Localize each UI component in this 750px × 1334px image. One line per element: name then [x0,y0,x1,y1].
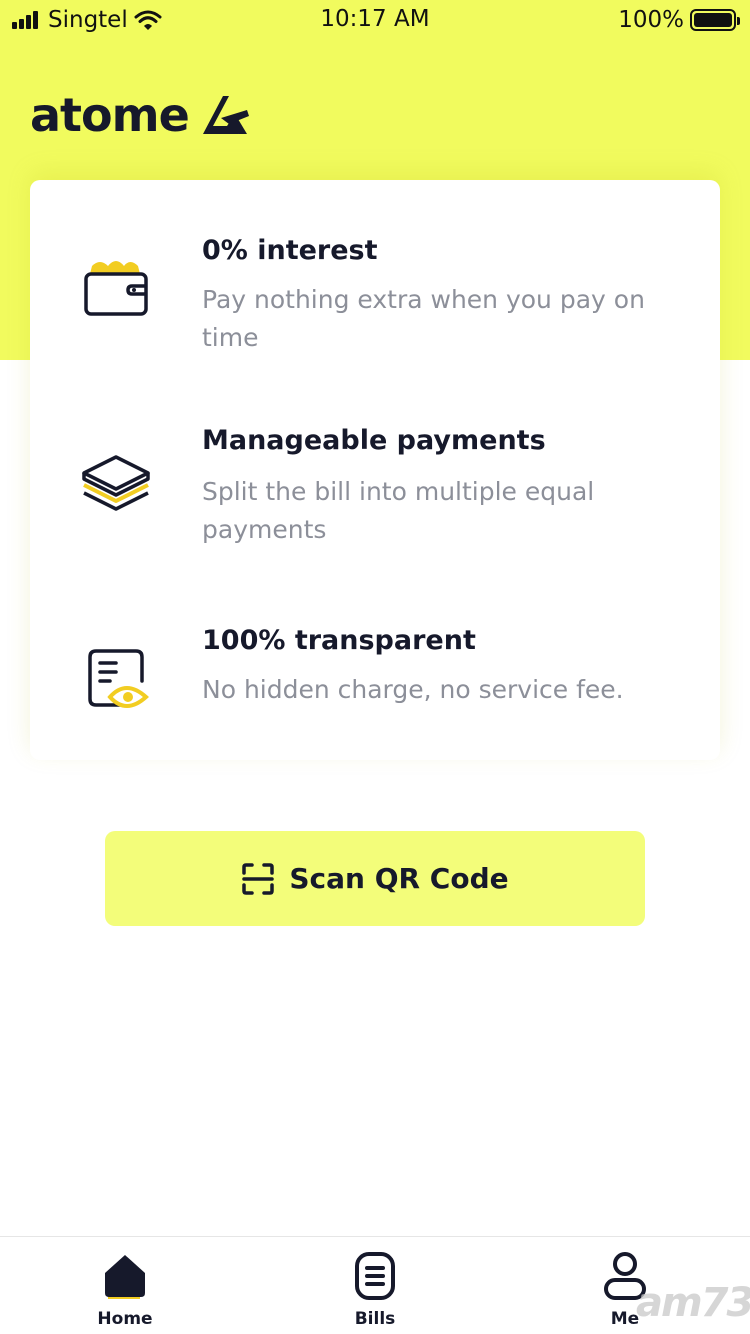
battery-icon [690,9,740,31]
scan-qr-button[interactable]: Scan QR Code [105,831,645,926]
tab-label: Bills [354,1309,396,1329]
feature-title: 100% transparent [202,625,476,656]
wallet-icon [84,261,148,316]
watermark-logo: am730 [636,1280,750,1326]
feature-title: Manageable payments [202,425,546,456]
feature-description: Split the bill into multiple equal payme… [202,477,595,544]
atome-logo-icon [202,96,249,134]
features-card: 0% interest Pay nothing extra when you p… [30,180,720,760]
status-bar: Singtel 10:17 AM 100% [0,0,750,40]
app-logo: atome [30,88,251,142]
home-icon [105,1255,145,1299]
bills-icon [355,1252,395,1300]
layers-icon [82,455,150,511]
scan-qr-label: Scan QR Code [289,862,509,895]
tab-label: Home [97,1309,153,1329]
feature-description: No hidden charge, no service fee. [202,675,624,704]
tab-bills[interactable]: Bills [300,1237,450,1334]
feature-description: Pay nothing extra when you pay on time [202,285,645,352]
logo-wordmark: atome [30,88,190,142]
status-right: 100% [618,6,740,34]
scan-icon [242,862,275,895]
feature-title: 0% interest [202,235,378,266]
document-eye-icon [88,649,149,708]
tab-home[interactable]: Home [50,1237,200,1334]
battery-percentage: 100% [618,7,684,33]
